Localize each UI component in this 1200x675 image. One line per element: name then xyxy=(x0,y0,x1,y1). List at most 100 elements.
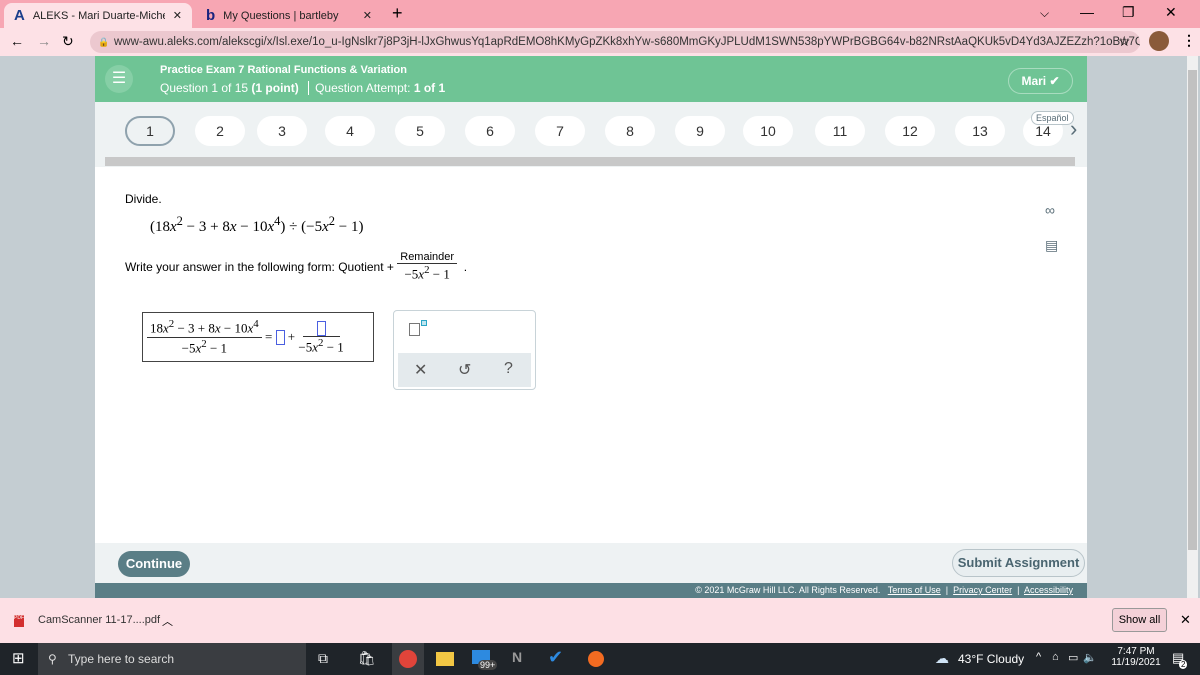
aleks-header: ☰ Practice Exam 7 Rational Functions & V… xyxy=(95,56,1087,102)
submit-assignment-button[interactable]: Submit Assignment xyxy=(952,549,1085,577)
scrollbar-thumb[interactable] xyxy=(1188,70,1197,550)
new-tab-icon[interactable]: + xyxy=(392,3,403,24)
question-nav-6[interactable]: 6 xyxy=(465,116,515,146)
file-explorer-icon[interactable] xyxy=(436,652,454,666)
question-nav-2[interactable]: 2 xyxy=(195,116,245,146)
tab-aleks[interactable]: A ALEKS - Mari Duarte-Michel - Pra ✕ xyxy=(4,3,192,28)
next-chevron-icon[interactable]: › xyxy=(1070,116,1077,142)
download-bar: PDF CamScanner 11-17....pdf ︿ Show all ✕ xyxy=(0,598,1200,643)
minimize-icon[interactable]: — xyxy=(1080,4,1094,20)
bookmark-star-icon[interactable]: ☆ xyxy=(1118,33,1131,50)
store-icon[interactable]: 🛍 xyxy=(358,650,376,667)
division-expression: (18x2 − 3 + 8x − 10x4) ÷ (−5x2 − 1) xyxy=(150,214,364,235)
question-navigator: 1 2 3 4 5 6 7 8 9 10 11 12 13 14 Español › xyxy=(95,102,1087,154)
notes-icon[interactable]: ▤ xyxy=(1045,237,1058,254)
question-nav-9[interactable]: 9 xyxy=(675,116,725,146)
exponent-button[interactable] xyxy=(409,323,420,336)
battery-icon[interactable]: ▭ xyxy=(1068,651,1078,664)
clear-x-icon[interactable]: ✕ xyxy=(414,360,427,380)
remainder-input[interactable] xyxy=(316,320,326,336)
language-toggle-espanol[interactable]: Español xyxy=(1031,111,1074,125)
task-view-icon[interactable]: ⧉ xyxy=(318,650,328,667)
tray-chevron-icon[interactable]: ^ xyxy=(1036,651,1041,663)
question-nav-13[interactable]: 13 xyxy=(955,116,1005,146)
show-all-button[interactable]: Show all xyxy=(1112,608,1167,632)
browser-tab-bar: A ALEKS - Mari Duarte-Michel - Pra ✕ b M… xyxy=(0,0,1200,28)
windows-taskbar: ⊞ ⚲ Type here to search ⧉ 🛍 99+ N ✔ ☁ 43… xyxy=(0,643,1200,675)
question-points: (1 point) xyxy=(251,81,299,95)
continue-button[interactable]: Continue xyxy=(118,551,190,577)
close-download-bar-icon[interactable]: ✕ xyxy=(1180,612,1191,628)
quotient-input[interactable] xyxy=(275,329,285,345)
download-item[interactable]: CamScanner 11-17....pdf xyxy=(38,614,160,626)
question-nav-10[interactable]: 10 xyxy=(743,116,793,146)
question-nav-1[interactable]: 1 xyxy=(125,116,175,146)
question-number: Question 1 of 15 xyxy=(160,81,249,95)
question-nav-7[interactable]: 7 xyxy=(535,116,585,146)
question-nav-8[interactable]: 8 xyxy=(605,116,655,146)
privacy-link[interactable]: Privacy Center xyxy=(953,585,1012,595)
menu-kebab-icon[interactable]: ⋮ xyxy=(1182,32,1196,49)
origin-icon[interactable] xyxy=(588,651,604,667)
question-nav-11[interactable]: 11 xyxy=(815,116,865,146)
question-nav-5[interactable]: 5 xyxy=(395,116,445,146)
tab-search-icon[interactable]: ⌵ xyxy=(1040,6,1049,21)
answer-input-area: 18x2 − 3 + 8x − 10x4 −5x2 − 1 = + −5x2 − … xyxy=(142,312,374,362)
question-nav-12[interactable]: 12 xyxy=(885,116,935,146)
hamburger-menu-icon[interactable]: ☰ xyxy=(105,65,133,93)
copyright-text: © 2021 McGraw Hill LLC. All Rights Reser… xyxy=(695,585,881,595)
accessibility-link[interactable]: Accessibility xyxy=(1024,585,1073,595)
undo-icon[interactable]: ↺ xyxy=(458,360,471,380)
question-nav-4[interactable]: 4 xyxy=(325,116,375,146)
search-placeholder: Type here to search xyxy=(68,652,175,666)
restore-icon[interactable]: ❐ xyxy=(1122,4,1135,21)
taskbar-search-box[interactable]: ⚲ Type here to search xyxy=(38,643,306,675)
url-field[interactable]: 🔒 www-awu.aleks.com/alekscgi/x/Isl.exe/1… xyxy=(90,31,1140,53)
notion-icon[interactable]: N xyxy=(512,649,522,665)
close-tab-icon[interactable]: ✕ xyxy=(173,9,182,22)
weather-text[interactable]: 43°F Cloudy xyxy=(958,652,1024,666)
todo-check-icon[interactable]: ✔ xyxy=(548,647,563,668)
mail-badge: 99+ xyxy=(478,660,498,670)
terms-link[interactable]: Terms of Use xyxy=(888,585,941,595)
volume-icon[interactable]: 🔈 xyxy=(1083,651,1097,664)
chevron-up-icon[interactable]: ︿ xyxy=(162,613,173,629)
tab-label: ALEKS - Mari Duarte-Michel - Pra xyxy=(32,9,165,22)
question-nav-3[interactable]: 3 xyxy=(257,116,307,146)
close-tab-icon[interactable]: ✕ xyxy=(363,9,372,22)
footer: © 2021 McGraw Hill LLC. All Rights Reser… xyxy=(95,583,1087,598)
instruction-text: Divide. xyxy=(125,192,162,206)
user-name: Mari xyxy=(1021,74,1047,88)
attempt-value: 1 of 1 xyxy=(413,81,446,95)
question-info: Question 1 of 15 (1 point) Question Atte… xyxy=(160,81,445,95)
toolbox-actions: ✕ ↺ ? xyxy=(398,353,531,387)
windows-start-icon[interactable]: ⊞ xyxy=(12,649,25,667)
time-text: 7:47 PM xyxy=(1117,646,1155,657)
problem-area: Divide. (18x2 − 3 + 8x − 10x4) ÷ (−5x2 −… xyxy=(95,167,1087,543)
forward-icon[interactable]: → xyxy=(37,33,51,49)
pdf-file-icon: PDF xyxy=(14,615,24,627)
horizontal-scrollbar[interactable] xyxy=(105,157,1075,166)
profile-avatar[interactable] xyxy=(1149,31,1169,51)
attempt-label: Question Attempt: xyxy=(315,81,411,95)
bottom-action-bar: Continue Submit Assignment xyxy=(95,543,1087,583)
cloud-weather-icon: ☁ xyxy=(935,650,949,666)
tab-bartleby[interactable]: b My Questions | bartleby ✕ xyxy=(196,3,382,28)
chrome-taskbar-icon[interactable] xyxy=(392,643,424,675)
reload-icon[interactable]: ↻ xyxy=(62,33,74,50)
answer-form: Write your answer in the following form:… xyxy=(125,251,468,282)
chevron-down-icon: ✔ xyxy=(1049,74,1060,88)
date-text: 11/19/2021 xyxy=(1111,657,1161,668)
back-icon[interactable]: ← xyxy=(10,33,24,49)
address-bar-row: ← → ↻ 🔒 www-awu.aleks.com/alekscgi/x/Isl… xyxy=(0,28,1200,56)
eye-glasses-icon[interactable]: ∞ xyxy=(1045,202,1055,218)
tray-meet-icon[interactable]: ⌂ xyxy=(1052,651,1059,663)
exponent-box-icon xyxy=(421,320,427,326)
user-menu-button[interactable]: Mari ✔ xyxy=(1008,68,1073,94)
clock[interactable]: 7:47 PM 11/19/2021 xyxy=(1108,646,1164,668)
tab-label: My Questions | bartleby xyxy=(223,9,339,22)
search-icon: ⚲ xyxy=(48,652,57,666)
close-window-icon[interactable]: ✕ xyxy=(1165,4,1177,21)
help-question-icon[interactable]: ? xyxy=(504,360,513,378)
vertical-scrollbar[interactable] xyxy=(1187,56,1198,598)
